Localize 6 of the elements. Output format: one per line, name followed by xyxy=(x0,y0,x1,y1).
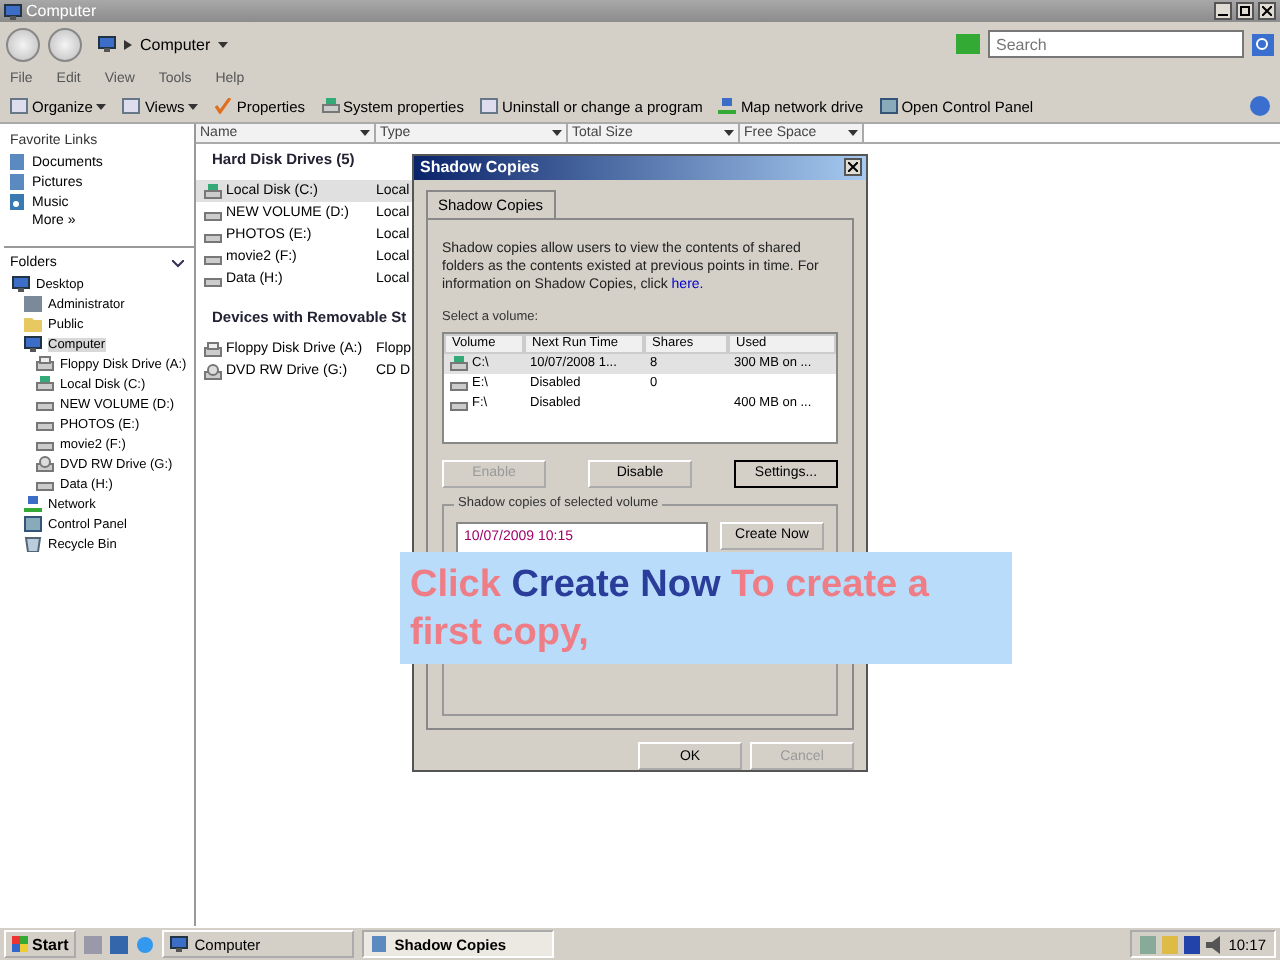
start-button[interactable]: Start xyxy=(4,930,77,958)
dialog-title: Shadow Copies xyxy=(420,158,540,177)
tutorial-tooltip: Click Create Now To create a first copy, xyxy=(400,552,1012,664)
window-title: Computer xyxy=(26,2,99,20)
search-field[interactable]: Search xyxy=(988,30,1244,58)
address-bar[interactable]: Computer xyxy=(90,28,948,60)
